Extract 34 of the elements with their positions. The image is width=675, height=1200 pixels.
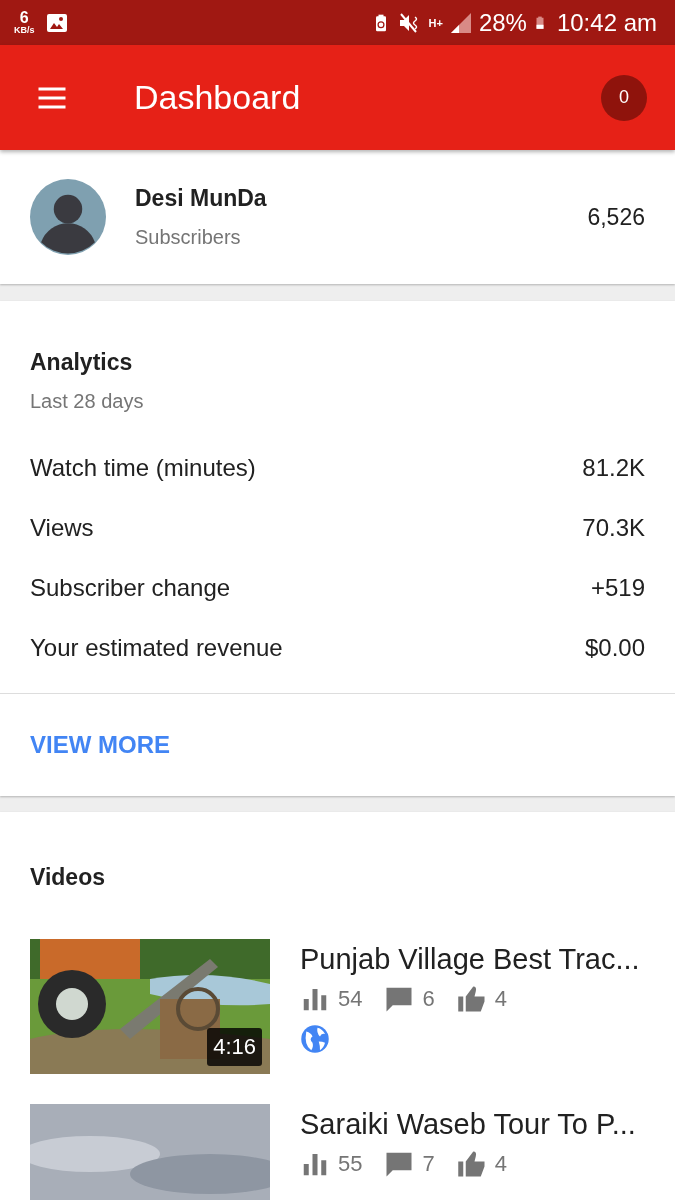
thumbs-up-icon (456, 984, 487, 1014)
clock: 10:42 am (556, 8, 657, 37)
period-label: Last 28 days (29, 390, 145, 413)
metric-label: Your estimated revenue (30, 633, 283, 663)
metric-label: Subscriber change (30, 573, 231, 603)
speed-value: 6 (19, 10, 29, 26)
network-type: H+ (428, 16, 443, 29)
thumbs-up-icon (456, 1149, 487, 1179)
video-title[interactable]: Saraiki Waseb Tour To P... (300, 1108, 645, 1141)
section-title: Videos (29, 864, 106, 891)
notification-badge[interactable]: 0 (601, 74, 647, 121)
view-more-link[interactable]: VIEW MORE (30, 731, 170, 759)
subscriber-count: 6,526 (587, 203, 645, 231)
metric-value: 81.2K (582, 453, 645, 483)
page-title: Dashboard (134, 78, 302, 117)
view-count: 55 (338, 1151, 363, 1177)
section-title: Analytics (29, 349, 134, 376)
metric-value: +519 (590, 573, 645, 603)
channel-name: Desi MunDa (135, 185, 268, 212)
metric-label: Views (30, 513, 94, 543)
speed-unit: KB/s (14, 26, 35, 35)
comment-count: 7 (422, 1151, 435, 1177)
battery-level: 28% (478, 8, 527, 37)
subscribers-label: Subscribers (135, 226, 242, 249)
metric-label: Watch time (minutes) (30, 453, 256, 483)
video-duration: 4:16 (207, 1028, 262, 1066)
avatar-icon (30, 179, 106, 255)
view-count: 54 (338, 986, 363, 1012)
metric-value: 70.3K (582, 513, 645, 543)
video-title[interactable]: Punjab Village Best Trac... (300, 943, 645, 976)
comment-count: 6 (422, 986, 435, 1012)
like-count: 4 (494, 986, 507, 1012)
metric-value: $0.00 (584, 633, 645, 663)
like-count: 4 (494, 1151, 507, 1177)
